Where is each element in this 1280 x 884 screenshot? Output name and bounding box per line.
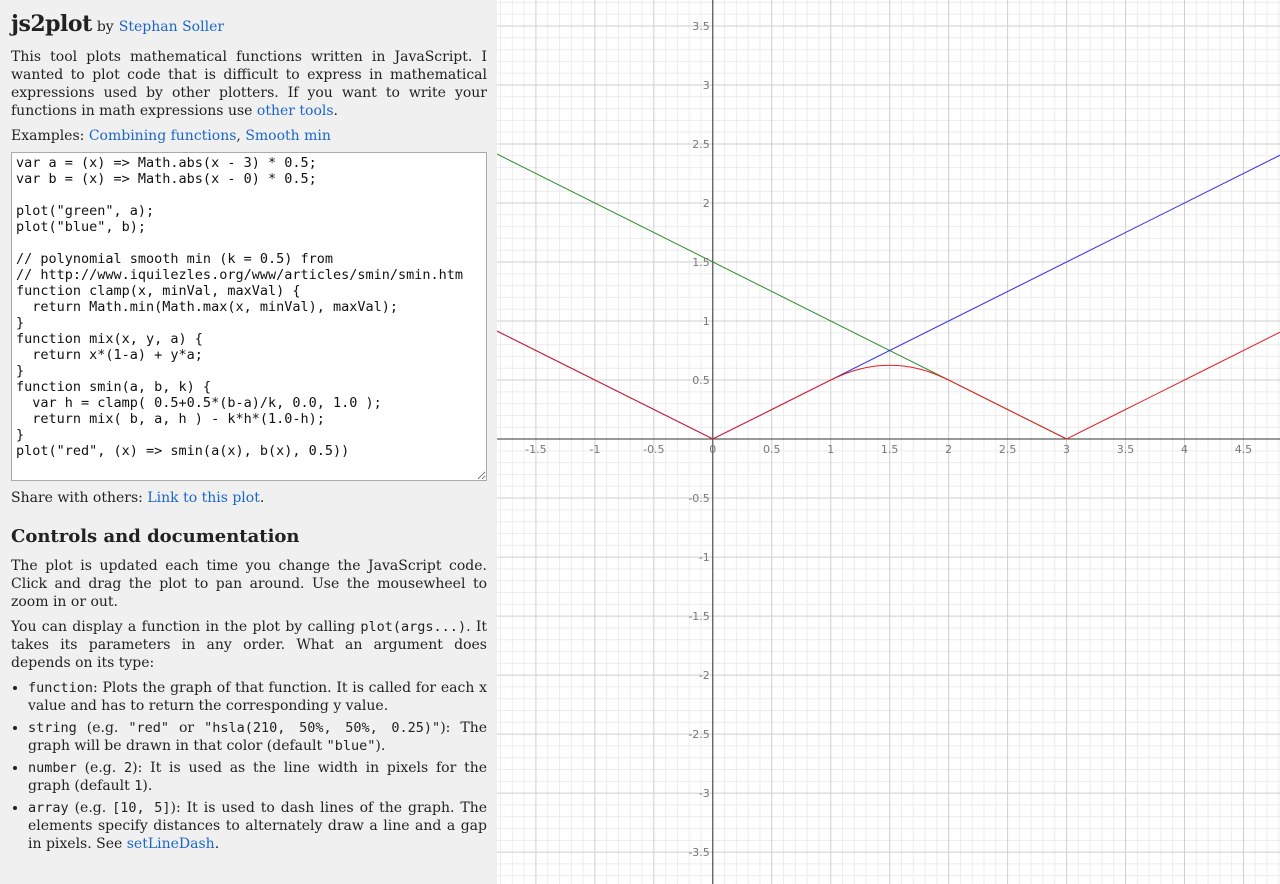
y-tick-label: 1 — [703, 315, 710, 328]
sidebar: js2plot by Stephan Soller This tool plot… — [0, 0, 497, 884]
y-tick-label: -0.5 — [688, 492, 709, 505]
x-tick-label: 1 — [827, 443, 834, 456]
intro-end: . — [333, 103, 338, 119]
share-line: Share with others: Link to this plot. — [11, 489, 487, 507]
y-tick-label: 3 — [703, 79, 710, 92]
arg-type-code: array — [28, 800, 69, 816]
plot-canvas[interactable]: -1.5 -1 -0.5 0 0.5 1 1.5 2 2.5 3 3.5 4 4.5 3.5 3 2.5 2 1.… — [497, 0, 1280, 884]
arg-example-code: "red" — [128, 720, 170, 736]
y-tick-label: 1.5 — [692, 256, 710, 269]
arg-type-code: string — [28, 720, 77, 736]
y-tick-label: -3.5 — [688, 846, 709, 859]
intro-paragraph: This tool plots mathematical functions w… — [11, 48, 487, 120]
arg-desc: : Plots the graph of that function. It i… — [28, 680, 487, 714]
docs-heading: Controls and documentation — [11, 526, 300, 547]
x-tick-label: 3 — [1063, 443, 1070, 456]
app-title: js2plot — [11, 11, 92, 37]
arg-example-code: [10, 5] — [112, 800, 171, 816]
share-end: . — [259, 490, 265, 506]
plot-args-code: plot(args...) — [360, 619, 467, 635]
arg-desc: (e.g. — [76, 760, 124, 776]
x-tick-label: -0.5 — [643, 443, 664, 456]
y-tick-label: 0.5 — [692, 374, 710, 387]
y-tick-label: -1 — [699, 551, 710, 564]
arg-default-code: "blue" — [326, 738, 376, 754]
y-tick-label: -2.5 — [688, 728, 709, 741]
arg-desc: ). — [375, 738, 386, 754]
plot-area[interactable]: -1.5 -1 -0.5 0 0.5 1 1.5 2 2.5 3 3.5 4 4.5 3.5 3 2.5 2 1.… — [497, 0, 1280, 884]
x-tick-label: -1 — [589, 443, 600, 456]
docs-paragraph-plot: You can display a function in the plot b… — [11, 618, 487, 672]
share-label: Share with others: — [11, 490, 148, 506]
x-tick-label: 4 — [1181, 443, 1188, 456]
x-tick-label: 0.5 — [763, 443, 781, 456]
arg-type-string: string (e.g. "red" or "hsla(210, 50%, 50… — [28, 719, 487, 755]
y-tick-label: -2 — [699, 669, 710, 682]
arg-type-code: function — [28, 680, 94, 696]
examples-separator: , — [236, 128, 246, 144]
arg-desc: (e.g. — [76, 720, 129, 736]
arg-type-code: number — [28, 760, 77, 776]
arg-example-code: "hsla(210, 50%, 50%, 0.25)" — [204, 720, 441, 736]
x-tick-label: 2 — [945, 443, 952, 456]
share-link[interactable]: Link to this plot — [147, 490, 259, 506]
arg-desc: . — [214, 836, 220, 852]
y-tick-label: -1.5 — [688, 610, 709, 623]
by-word: by — [96, 19, 114, 35]
arg-type-array: array (e.g. [10, 5]): It is used to dash… — [28, 799, 487, 853]
docs-para2-a: You can display a function in the plot b… — [11, 619, 361, 635]
argument-type-list: function: Plots the graph of that functi… — [11, 679, 487, 853]
arg-example-code: 2 — [123, 760, 133, 776]
arg-desc: or — [169, 720, 205, 736]
y-tick-label: 2 — [703, 197, 710, 210]
docs-paragraph-update: The plot is updated each time you change… — [11, 558, 487, 610]
x-tick-label: -1.5 — [525, 443, 546, 456]
other-tools-link[interactable]: other tools — [257, 103, 334, 119]
code-editor[interactable]: var a = (x) => Math.abs(x - 3) * 0.5; va… — [11, 152, 487, 481]
intro-text: This tool plots mathematical functions w… — [11, 49, 487, 119]
arg-type-number: number (e.g. 2): It is used as the line … — [28, 759, 487, 795]
examples-label: Examples: — [11, 128, 89, 144]
x-tick-label: 4.5 — [1235, 443, 1253, 456]
arg-desc: (e.g. — [68, 800, 113, 816]
example-combining-functions-link[interactable]: Combining functions — [89, 128, 237, 144]
x-tick-label: 2.5 — [999, 443, 1017, 456]
setlinedash-link[interactable]: setLineDash — [127, 836, 215, 852]
examples-line: Examples: Combining functions, Smooth mi… — [11, 127, 487, 145]
arg-desc: ). — [142, 778, 153, 794]
x-tick-label: 3.5 — [1117, 443, 1135, 456]
x-tick-label: 1.5 — [881, 443, 899, 456]
y-tick-label: 3.5 — [692, 20, 710, 33]
arg-type-function: function: Plots the graph of that functi… — [28, 679, 487, 715]
y-tick-label: -3 — [699, 787, 710, 800]
example-smooth-min-link[interactable]: Smooth min — [245, 128, 331, 144]
author-link[interactable]: Stephan Soller — [119, 19, 224, 35]
y-tick-label: 2.5 — [692, 138, 710, 151]
header: js2plot by Stephan Soller — [11, 10, 487, 41]
x-tick-label: 0 — [709, 443, 716, 456]
